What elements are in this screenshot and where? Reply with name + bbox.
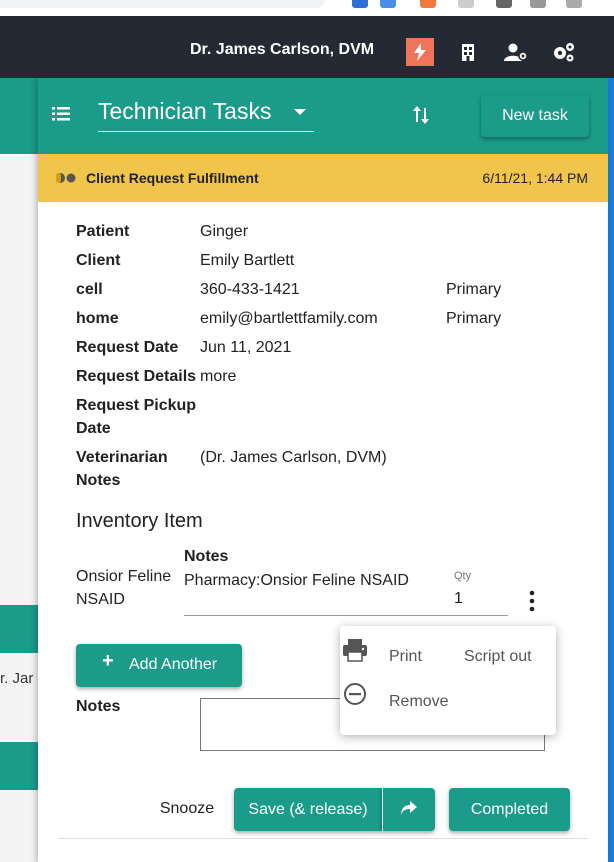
background-row-header [0, 605, 40, 653]
pill-icon [56, 171, 76, 183]
banner-title: Client Request Fulfillment [86, 170, 259, 186]
user-settings-icon[interactable] [502, 38, 530, 66]
forward-button[interactable] [382, 788, 435, 831]
hamburger-list-icon[interactable] [52, 106, 72, 122]
add-another-button[interactable]: + Add Another [76, 644, 242, 687]
address-bar[interactable] [0, 0, 325, 8]
current-user-name[interactable]: Dr. James Carlson, DVM [190, 41, 374, 59]
pickup-date-label-line1: Request Pickup [76, 397, 197, 414]
qty-input[interactable]: 1 [454, 590, 508, 608]
background-page-header [0, 78, 40, 154]
vet-notes-label-line2: Notes [76, 472, 121, 489]
pickup-date-label-line2: Date [76, 420, 111, 437]
notes-label: Notes [76, 698, 121, 715]
cell-value[interactable]: 360-433-1421 [200, 278, 300, 301]
vet-notes-label-line1: Veterinarian [76, 449, 168, 466]
background-row-text: r. Jar [0, 670, 34, 687]
remove-circle-icon[interactable] [343, 682, 367, 706]
inventory-section-title: Inventory Item [76, 510, 203, 532]
save-release-button[interactable]: Save (& release) [234, 788, 382, 831]
share-arrow-icon [401, 801, 417, 818]
request-details-label: Request Details [76, 368, 197, 385]
qty-label: Qty [454, 570, 472, 582]
inventory-notes-label: Notes [184, 548, 229, 565]
gears-icon[interactable] [550, 38, 578, 66]
task-panel: Technician Tasks New task Client Request… [38, 78, 608, 862]
task-type-select[interactable]: Technician Tasks [98, 96, 314, 132]
extension-icon[interactable] [420, 0, 436, 8]
panel-toolbar: Technician Tasks New task [38, 78, 608, 154]
inventory-item-name-line1: Onsior Feline [76, 568, 172, 585]
task-type-label: Technician Tasks [98, 98, 272, 124]
extension-icon[interactable] [530, 0, 546, 8]
cell-primary-tag: Primary [446, 281, 502, 298]
item-options-menu: Print Script out Remove [340, 626, 556, 735]
client-value: Emily Bartlett [200, 252, 295, 269]
home-value[interactable]: emily@bartlettfamily.com [200, 307, 378, 330]
client-label: Client [76, 252, 121, 269]
extension-icon[interactable] [458, 0, 474, 8]
banner-timestamp: 6/11/21, 1:44 PM [482, 170, 588, 186]
request-date-value: Jun 11, 2021 [200, 339, 292, 356]
more-options-icon[interactable] [526, 590, 538, 612]
inventory-item-name-line2: NSAID [76, 591, 125, 608]
extension-icon[interactable] [380, 0, 396, 8]
remove-menu-item[interactable]: Remove [389, 693, 449, 711]
add-another-label: Add Another [129, 656, 218, 673]
snooze-button[interactable]: Snooze [148, 792, 226, 826]
chevron-down-icon [294, 109, 306, 115]
extension-icon[interactable] [352, 0, 368, 8]
cell-label: cell [76, 281, 103, 298]
divider [58, 838, 588, 839]
printer-icon[interactable] [342, 638, 368, 662]
script-out-menu-item[interactable]: Script out [464, 648, 532, 666]
inventory-item-name: Onsior Feline NSAID [76, 565, 176, 611]
plus-icon: + [102, 650, 114, 672]
request-date-label: Request Date [76, 339, 179, 356]
sort-icon[interactable] [412, 104, 430, 126]
building-icon[interactable] [454, 38, 482, 66]
extension-icon[interactable] [496, 0, 512, 8]
print-menu-item[interactable]: Print [389, 648, 422, 666]
completed-button[interactable]: Completed [449, 788, 570, 831]
home-primary-tag: Primary [446, 310, 502, 327]
vet-notes-value: (Dr. James Carlson, DVM) [200, 449, 387, 466]
flash-icon[interactable] [406, 38, 434, 66]
home-label: home [76, 310, 119, 327]
extension-icon[interactable] [566, 0, 582, 8]
patient-value: Ginger [200, 223, 249, 240]
browser-toolbar [0, 0, 614, 16]
background-row-header [0, 742, 40, 790]
task-banner: Client Request Fulfillment 6/11/21, 1:44… [38, 154, 608, 202]
new-task-button[interactable]: New task [481, 95, 589, 137]
app-header: Dr. James Carlson, DVM [0, 16, 614, 78]
request-details-more-link[interactable]: more [200, 365, 236, 388]
patient-label: Patient [76, 223, 130, 240]
